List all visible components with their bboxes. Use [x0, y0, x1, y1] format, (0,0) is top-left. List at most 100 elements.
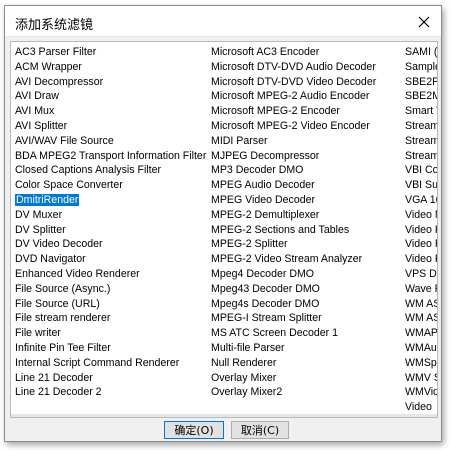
filter-list-column-3: SAMI (CSampleSBE2FilSBE2MeSmart TStreamS… — [404, 45, 438, 417]
close-button[interactable] — [415, 13, 433, 31]
list-item[interactable]: WMSpe — [404, 356, 437, 371]
ok-button[interactable]: 确定(O) — [164, 421, 224, 439]
list-item[interactable]: AVI/WAV File Source — [14, 134, 209, 149]
list-item[interactable]: Overlay Mixer2 — [210, 385, 405, 400]
list-item[interactable]: AVI Splitter — [14, 119, 209, 134]
list-item-label: Stream — [405, 119, 438, 132]
list-item[interactable]: VPS De — [404, 267, 437, 282]
list-item[interactable]: Stream — [404, 149, 437, 164]
list-item[interactable]: Video — [404, 400, 437, 415]
list-item[interactable]: File Source (Async.) — [14, 282, 209, 297]
list-item-label: WMAPI — [405, 327, 438, 340]
list-item[interactable]: Stream — [404, 119, 438, 134]
list-item-label: BDA MPEG2 Transport Information Filter — [15, 149, 207, 162]
list-item[interactable]: Stream — [404, 134, 437, 149]
list-item-label: AC3 Parser Filter — [15, 46, 97, 58]
list-item-label: Mpeg43 Decoder DMO — [211, 282, 320, 295]
list-item[interactable]: SAMI (C — [404, 45, 437, 60]
list-item[interactable]: MS ATC Screen Decoder 1 — [210, 326, 405, 341]
list-item-label: VPS De — [405, 267, 437, 280]
list-item[interactable]: Line 21 Decoder — [14, 371, 209, 386]
list-item[interactable]: AVI Mux — [14, 104, 209, 119]
cancel-button[interactable]: 取消(C) — [231, 421, 289, 439]
list-item-label: File Source (URL) — [15, 297, 100, 310]
list-item[interactable]: MIDI Parser — [210, 134, 405, 149]
list-item[interactable]: WMV Sc — [404, 371, 437, 386]
list-item[interactable]: DmitriRender — [14, 193, 209, 208]
list-item[interactable]: DV Muxer — [14, 208, 209, 223]
list-item-label: AVI Mux — [15, 105, 55, 118]
list-item-label: MPEG-2 Splitter — [211, 238, 288, 251]
list-item[interactable]: Microsoft MPEG-2 Audio Encoder — [210, 89, 405, 104]
list-item-label: Video R — [405, 253, 437, 266]
list-item[interactable]: AVI Draw — [14, 89, 209, 104]
list-item[interactable]: ACM Wrapper — [14, 60, 209, 75]
list-item[interactable]: AC3 Parser Filter — [14, 45, 209, 60]
list-item[interactable]: VGA 16 — [404, 193, 438, 208]
list-item[interactable]: WM AS — [404, 311, 437, 326]
list-item[interactable]: Video P — [404, 223, 437, 238]
list-item[interactable]: MPEG-2 Video Stream Analyzer — [210, 252, 405, 267]
list-item[interactable]: DVD Navigator — [14, 252, 209, 267]
list-item-label: VGA 16 — [405, 193, 438, 206]
list-item-label: Sample — [405, 60, 438, 73]
title-bar[interactable]: 添加系统滤镜 — [5, 6, 441, 37]
list-item[interactable]: Mpeg4 Decoder DMO — [210, 267, 405, 282]
list-item[interactable]: MJPEG Decompressor — [210, 149, 405, 164]
list-item[interactable]: SBE2Fil — [404, 75, 437, 90]
list-item[interactable]: Video M — [404, 208, 437, 223]
list-item[interactable]: Closed Captions Analysis Filter — [14, 163, 209, 178]
list-item[interactable]: Microsoft DTV-DVD Audio Decoder — [210, 60, 405, 75]
list-item[interactable]: DV Splitter — [14, 223, 209, 238]
list-item-label: MPEG-I Stream Splitter — [211, 312, 322, 325]
list-item[interactable]: File stream renderer — [14, 311, 209, 326]
list-item[interactable]: Video R — [404, 237, 437, 252]
list-item[interactable]: Microsoft MPEG-2 Video Encoder — [210, 119, 405, 134]
list-item[interactable]: Infinite Pin Tee Filter — [14, 341, 209, 356]
list-item[interactable]: Sample — [404, 60, 438, 75]
list-item[interactable]: Mpeg4s Decoder DMO — [210, 297, 405, 312]
list-item[interactable]: Wave P — [404, 282, 437, 297]
list-item[interactable]: WMAud — [404, 341, 437, 356]
list-item[interactable]: WMVid — [404, 385, 437, 400]
list-item[interactable]: AVI Decompressor — [14, 75, 209, 90]
list-item-label: File writer — [15, 327, 61, 340]
list-item[interactable]: Video R — [404, 252, 437, 267]
list-item[interactable]: SBE2Me — [404, 89, 437, 104]
filter-list-column-2: Microsoft AC3 Encoder Microsoft DTV-DVD A… — [210, 45, 405, 400]
list-item[interactable]: Microsoft DTV-DVD Video Decoder — [210, 75, 405, 90]
list-item[interactable]: File Source (URL) — [14, 297, 209, 312]
list-item[interactable]: VBI Cod — [404, 163, 437, 178]
filter-list[interactable]: AC3 Parser Filter ACM Wrapper AVI Decompre… — [10, 41, 438, 418]
list-item[interactable]: BDA MPEG2 Transport Information Filter — [14, 149, 209, 164]
list-item[interactable]: Internal Script Command Renderer — [14, 356, 209, 371]
list-item[interactable]: VBI Sur — [404, 178, 437, 193]
list-item[interactable]: Smart T — [404, 104, 437, 119]
list-item[interactable]: Line 21 Decoder 2 — [14, 385, 209, 400]
list-item[interactable]: File writer — [14, 326, 209, 341]
list-item[interactable]: MP3 Decoder DMO — [210, 163, 405, 178]
list-item[interactable]: Microsoft MPEG-2 Encoder — [210, 104, 405, 119]
list-item[interactable]: MPEG-I Stream Splitter — [210, 311, 405, 326]
list-item[interactable]: DV Video Decoder — [14, 237, 209, 252]
list-item[interactable]: Multi-file Parser — [210, 341, 405, 356]
list-item-label: DV Muxer — [15, 208, 63, 221]
list-item-label: Microsoft MPEG-2 Encoder — [211, 105, 340, 118]
list-item[interactable]: MPEG-2 Splitter — [210, 237, 405, 252]
list-item-label: DV Splitter — [15, 223, 66, 236]
list-item[interactable]: MPEG-2 Demultiplexer — [210, 208, 405, 223]
list-item[interactable]: Null Renderer — [210, 356, 405, 371]
list-item-label: Mpeg4s Decoder DMO — [211, 297, 320, 310]
list-item[interactable]: Enhanced Video Renderer — [14, 267, 209, 282]
list-item[interactable]: Mpeg43 Decoder DMO — [210, 282, 405, 297]
list-item[interactable]: Microsoft AC3 Encoder — [210, 45, 405, 60]
list-item[interactable]: MPEG Video Decoder — [210, 193, 405, 208]
list-item[interactable]: WM AS — [404, 297, 437, 312]
list-item[interactable]: MPEG Audio Decoder — [210, 178, 405, 193]
horizontal-scrollbar[interactable] — [11, 414, 437, 417]
list-item[interactable]: MPEG-2 Sections and Tables — [210, 223, 405, 238]
list-item-label: Null Renderer — [211, 356, 277, 369]
list-item[interactable]: Overlay Mixer — [210, 371, 405, 386]
list-item[interactable]: Color Space Converter — [14, 178, 209, 193]
list-item[interactable]: WMAPI — [404, 326, 438, 341]
